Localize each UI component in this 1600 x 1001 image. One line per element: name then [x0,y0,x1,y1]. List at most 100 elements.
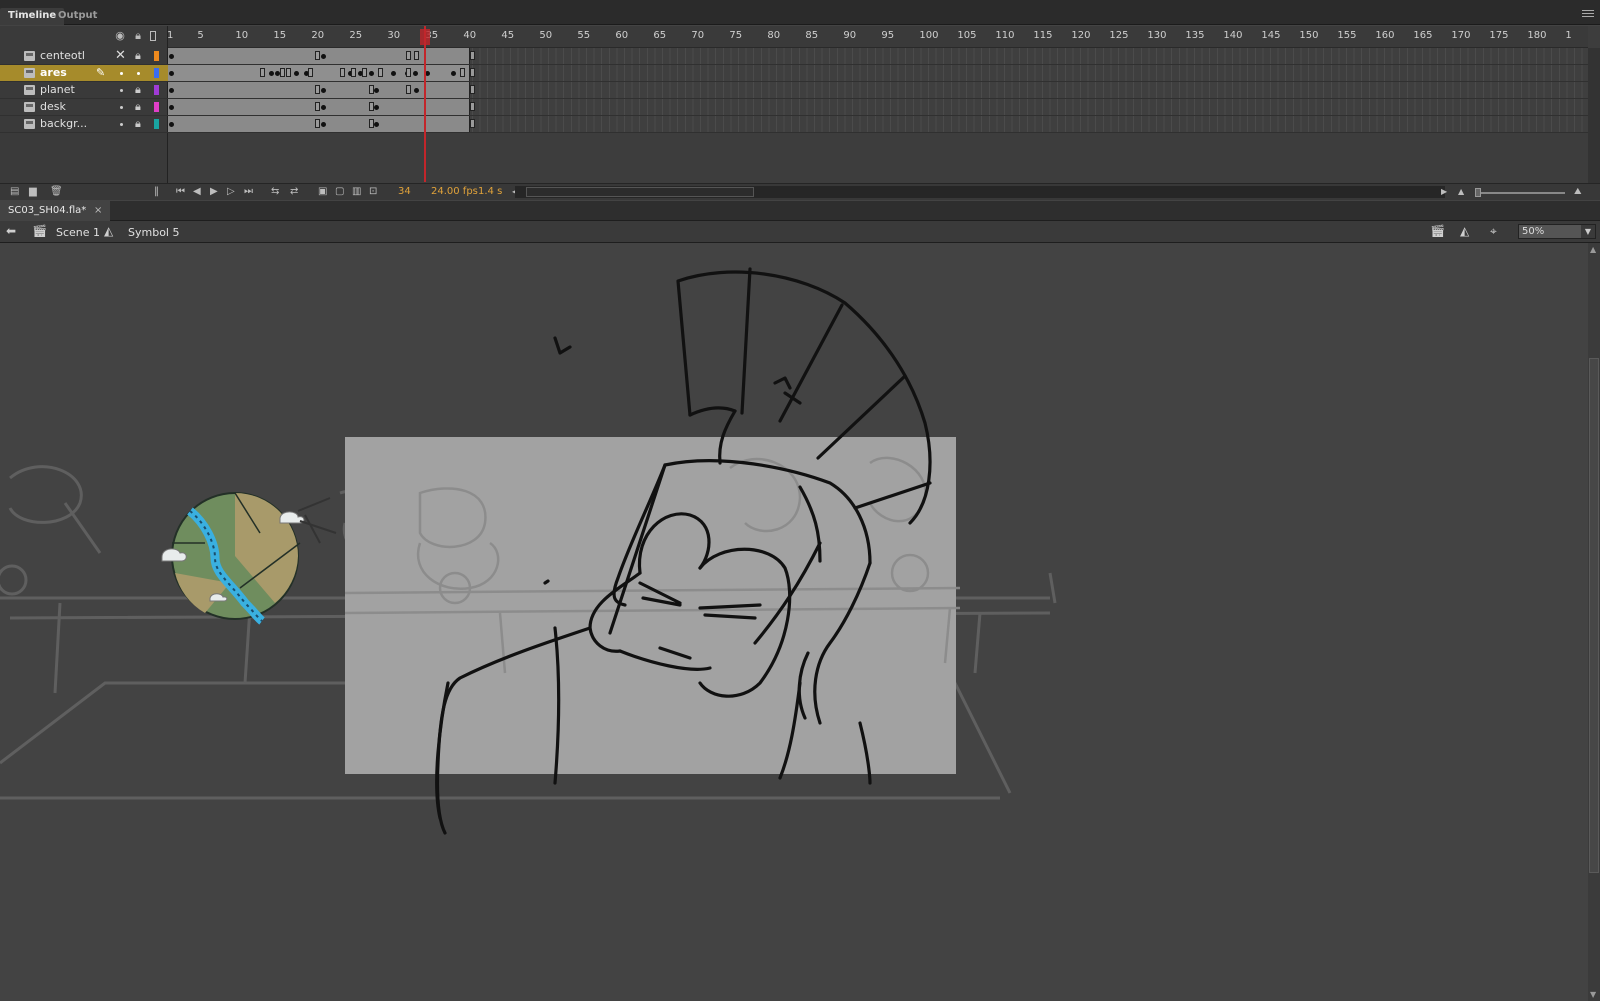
timeline-zoom-knob[interactable] [1475,188,1481,197]
timeline-vertical-scrollbar[interactable] [1588,48,1600,184]
lock-icon[interactable]: 🔒︎ [135,49,141,63]
layer-row-ares[interactable]: ares ✎ [0,65,168,82]
keyframe[interactable] [321,122,326,127]
lock-icon[interactable]: 🔒︎ [132,30,144,42]
scene-breadcrumb[interactable]: Scene 1 [56,226,100,239]
onion-skin-icon[interactable]: ▣ [318,186,327,198]
tab-output[interactable]: Output [50,8,105,25]
keyframe[interactable] [374,122,379,127]
frame-row[interactable] [168,48,1588,65]
loop-range-icon[interactable]: ⇄ [290,186,298,198]
end-frame[interactable] [470,102,475,111]
keyframe[interactable] [321,105,326,110]
elapsed-time-value[interactable]: 1.4 s [478,186,502,197]
document-tab[interactable]: SC03_SH04.fla* × [0,201,110,221]
frame-row[interactable] [168,82,1588,99]
end-frame[interactable] [378,68,383,77]
zoom-in-icon[interactable]: ⛰ [1574,186,1582,198]
chevron-down-icon[interactable]: ▼ [1581,225,1595,238]
layer-name[interactable]: ares [40,66,67,79]
end-frame[interactable] [369,102,374,111]
modify-markers-icon[interactable]: ⊡ [369,186,377,198]
end-frame[interactable] [351,68,356,77]
scroll-right-icon[interactable]: ▶ [1441,186,1447,198]
keyframe[interactable] [374,88,379,93]
keyframe[interactable] [169,122,174,127]
edit-symbols-icon[interactable]: ◭ [1460,224,1469,238]
lock-dot[interactable] [137,72,140,75]
end-frame[interactable] [406,68,411,77]
end-frame[interactable] [460,68,465,77]
end-frame[interactable] [340,68,345,77]
layer-outline-color[interactable] [154,68,159,78]
end-frame[interactable] [260,68,265,77]
zoom-select[interactable]: 50% ▼ [1518,224,1596,239]
end-frame[interactable] [406,85,411,94]
layer-outline-color[interactable] [154,51,159,61]
visibility-dot[interactable] [120,89,123,92]
keyframe[interactable] [269,71,274,76]
layer-row-desk[interactable]: desk 🔒︎ [0,99,168,116]
end-frame[interactable] [470,51,475,60]
new-folder-icon[interactable]: ▆ [29,186,37,198]
keyframe[interactable] [169,71,174,76]
panel-menu-icon[interactable] [1582,10,1594,18]
current-frame-value[interactable]: 34 [398,186,411,197]
next-frame-icon[interactable]: ▷ [227,186,235,198]
frame-ruler[interactable]: 1 5 10 15 20 25 30 35 40 45 50 55 60 65 70 75 80 85 90 95 10… [167,26,1588,48]
end-frame[interactable] [315,102,320,111]
layer-outline-color[interactable] [154,119,159,129]
playhead[interactable] [424,26,426,182]
layer-row-planet[interactable]: planet 🔒︎ [0,82,168,99]
keyframe[interactable] [321,88,326,93]
scroll-down-icon[interactable]: ▼ [1590,990,1596,999]
lock-icon[interactable]: 🔒︎ [135,100,141,114]
loop-icon[interactable]: ⇆ [271,186,279,198]
layer-name[interactable]: centeotl [40,49,85,62]
layer-name[interactable]: planet [40,83,75,96]
layer-row-centeotl[interactable]: centeotl ✕ 🔒︎ [0,48,168,65]
edit-scene-icon[interactable]: 🎬︎ [1430,224,1445,238]
eye-icon[interactable]: ◉ [114,30,126,42]
close-icon[interactable]: × [94,205,102,216]
keyframe[interactable] [169,88,174,93]
keyframe[interactable] [294,71,299,76]
frame-row[interactable] [168,116,1588,133]
fps-value[interactable]: 24.00 fps [431,186,478,197]
end-frame[interactable] [470,68,475,77]
stage-scroll-thumb[interactable] [1589,358,1599,873]
end-frame[interactable] [315,85,320,94]
clapperboard-icon[interactable]: 🎬︎ [32,224,47,238]
frame-grid[interactable] [168,48,1588,163]
end-frame[interactable] [308,68,313,77]
end-frame[interactable] [286,68,291,77]
layer-outline-color[interactable] [154,102,159,112]
pencil-icon[interactable]: ✎ [96,66,105,79]
layer-row-backgr[interactable]: backgr... 🔒︎ [0,116,168,133]
layer-outline-color[interactable] [154,85,159,95]
back-arrow-icon[interactable]: ⬅ [6,224,16,238]
end-frame[interactable] [369,119,374,128]
play-icon[interactable]: ▶ [210,186,218,198]
new-layer-icon[interactable]: ▤ [10,186,19,198]
end-frame[interactable] [315,51,320,60]
stage-canvas[interactable] [0,243,1588,1001]
timeline-horizontal-thumb[interactable] [526,187,754,197]
frame-row[interactable] [168,99,1588,116]
end-frame[interactable] [280,68,285,77]
end-frame[interactable] [406,51,411,60]
scroll-up-icon[interactable]: ▲ [1590,245,1596,254]
keyframe[interactable] [321,54,326,59]
visibility-dot[interactable] [120,123,123,126]
lock-icon[interactable]: 🔒︎ [135,117,141,131]
frame-row[interactable] [168,65,1588,82]
end-frame[interactable] [470,119,475,128]
keyframe[interactable] [413,71,418,76]
zoom-out-icon[interactable]: ▲ [1458,186,1464,198]
last-frame-icon[interactable]: ⏭ [244,186,253,198]
end-frame[interactable] [369,85,374,94]
visibility-dot[interactable] [120,72,123,75]
outline-icon[interactable] [150,31,156,41]
keyframe[interactable] [414,88,419,93]
timeline-zoom-track[interactable] [1475,192,1565,194]
